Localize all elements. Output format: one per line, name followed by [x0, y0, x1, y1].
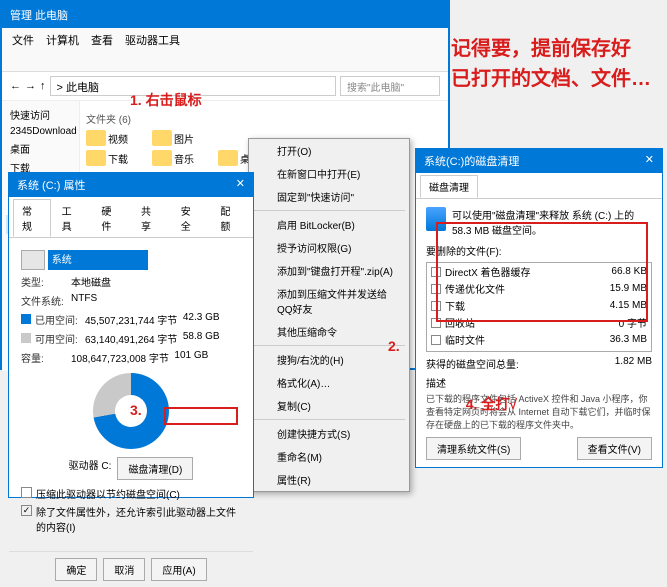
ctx-item[interactable]: 创建快捷方式(S): [249, 422, 409, 445]
tab-tools[interactable]: 工具: [53, 199, 91, 237]
address-bar[interactable]: > 此电脑: [50, 76, 337, 96]
drive-name-input[interactable]: 系统: [48, 250, 148, 270]
annotation-title: 记得要，提前保存好 已打开的文档、文件…: [451, 34, 651, 94]
folder-icon: [86, 150, 106, 166]
ctx-item[interactable]: 复制(C): [249, 394, 409, 417]
ctx-item[interactable]: 添加到压缩文件并发送给QQ好友: [249, 282, 409, 320]
tab-diskcleanup[interactable]: 磁盘清理: [420, 175, 478, 198]
ctx-item[interactable]: 其他压缩命令: [249, 320, 409, 343]
sidebar-item[interactable]: 桌面: [6, 139, 75, 158]
folder-item[interactable]: 下载: [86, 150, 128, 166]
folder-icon: [86, 130, 106, 146]
clean-sys-button[interactable]: 清理系统文件(S): [426, 437, 521, 460]
ctx-item[interactable]: 格式化(A)…: [249, 371, 409, 394]
section-folders: 文件夹 (6): [86, 111, 442, 126]
file-checkbox[interactable]: [431, 335, 441, 345]
explorer-titlebar: 管理 此电脑: [2, 2, 448, 28]
cleanup-titlebar: 系统(C:)的磁盘清理✕: [416, 149, 662, 173]
ctx-item[interactable]: 添加到"键盘打开程".zip(A): [249, 259, 409, 282]
close-icon[interactable]: ✕: [645, 153, 654, 169]
ok-button[interactable]: 确定: [55, 558, 97, 581]
title-text: 管理 此电脑: [10, 7, 68, 23]
red-highlight-box: [436, 222, 648, 322]
tab-security[interactable]: 安全: [172, 199, 210, 237]
file-row[interactable]: 缩略图 1.00 MB: [427, 348, 651, 352]
used-swatch: [21, 314, 31, 324]
folder-item[interactable]: 图片: [152, 130, 194, 146]
desc-text: 已下载的程序文件包括 ActiveX 控件和 Java 小程序，你查看特定网页时…: [426, 392, 652, 431]
ctx-item[interactable]: 在新窗口中打开(E): [249, 162, 409, 185]
ctx-item[interactable]: 搜狗/右沈的(H): [249, 348, 409, 371]
folder-icon: [152, 130, 172, 146]
folder-item[interactable]: 视频: [86, 130, 128, 146]
index-checkbox[interactable]: [21, 505, 32, 516]
folder-item[interactable]: 音乐: [152, 150, 194, 166]
back-icon[interactable]: ←: [10, 80, 21, 92]
fwd-icon[interactable]: →: [25, 80, 36, 92]
ctx-item[interactable]: 固定到"快速访问": [249, 185, 409, 208]
ctx-item[interactable]: 属性(R): [249, 468, 409, 491]
cancel-button[interactable]: 取消: [103, 558, 145, 581]
close-icon[interactable]: ✕: [236, 177, 245, 193]
tab-quota[interactable]: 配额: [211, 199, 249, 237]
desc-label: 描述: [426, 375, 652, 390]
address-bar-row: ← → ↑ > 此电脑 搜索"此电脑": [2, 72, 448, 101]
props-titlebar: 系统 (C:) 属性✕: [9, 173, 253, 197]
sidebar-item[interactable]: 2345Download: [6, 124, 75, 139]
context-menu: 打开(O)在新窗口中打开(E)固定到"快速访问" 启用 BitLocker(B)授…: [248, 138, 410, 492]
up-icon[interactable]: ↑: [40, 80, 46, 92]
red-highlight-btn: [164, 407, 238, 425]
drive-label: 驱动器 C:: [69, 457, 112, 480]
tab-general[interactable]: 常规: [13, 199, 51, 237]
tab-computer[interactable]: 计算机: [46, 32, 79, 67]
apply-button[interactable]: 应用(A): [151, 558, 206, 581]
tab-file[interactable]: 文件: [12, 32, 34, 67]
folder-icon: [152, 150, 172, 166]
drive-icon: [21, 250, 45, 270]
ctx-item[interactable]: 打开(O): [249, 139, 409, 162]
view-files-button[interactable]: 查看文件(V): [577, 437, 652, 460]
ctx-item[interactable]: 启用 BitLocker(B): [249, 213, 409, 236]
ctx-item[interactable]: 授予访问权限(G): [249, 236, 409, 259]
tab-view[interactable]: 查看: [91, 32, 113, 67]
tab-share[interactable]: 共享: [132, 199, 170, 237]
usage-donut: [93, 373, 169, 449]
file-checkbox[interactable]: [431, 352, 441, 353]
free-swatch: [21, 333, 31, 343]
search-input[interactable]: 搜索"此电脑": [340, 76, 440, 96]
tab-hardware[interactable]: 硬件: [92, 199, 130, 237]
compress-checkbox[interactable]: [21, 487, 32, 498]
file-row[interactable]: 临时文件 36.3 MB: [427, 331, 651, 348]
tab-drivetools[interactable]: 驱动器工具: [125, 32, 180, 67]
ctx-item[interactable]: 重命名(M): [249, 445, 409, 468]
ribbon: 文件 计算机 查看 驱动器工具: [2, 28, 448, 72]
props-tabs: 常规 工具 硬件 共享 安全 配额: [9, 197, 253, 238]
sidebar-quick[interactable]: 快速访问: [6, 105, 75, 124]
disk-cleanup-button[interactable]: 磁盘清理(D): [117, 457, 193, 480]
folder-icon: [218, 150, 238, 166]
properties-dialog: 系统 (C:) 属性✕ 常规 工具 硬件 共享 安全 配额 系统 类型:本地磁盘…: [8, 172, 254, 498]
